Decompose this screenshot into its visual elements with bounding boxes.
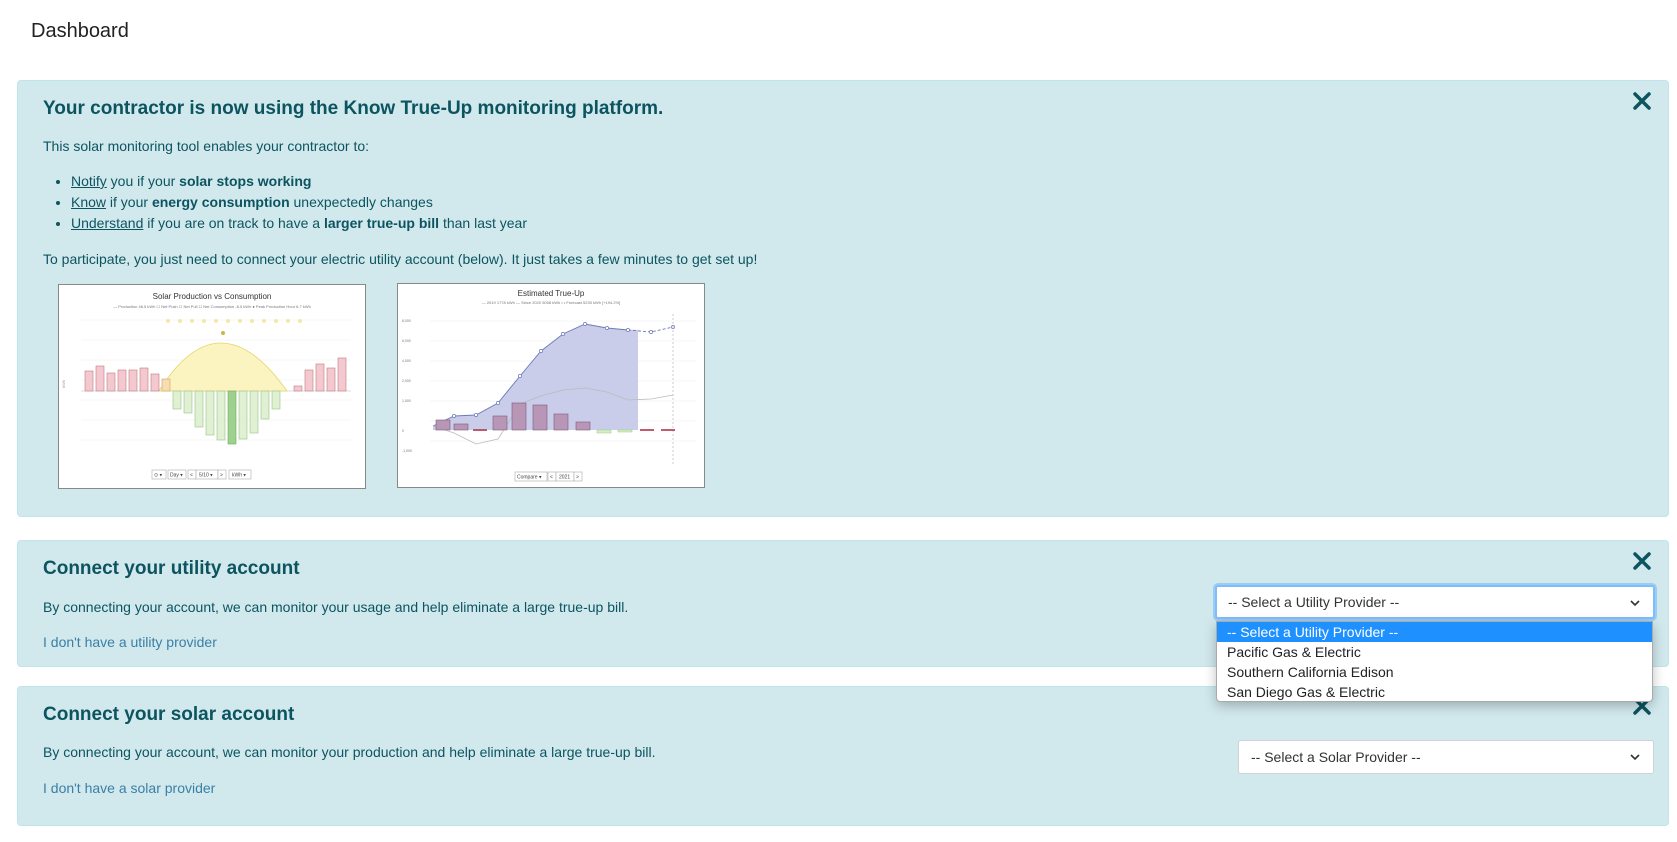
trueup-chart-thumbnail: Estimated True-Up — 2019 1778 kWh — Sinc…: [397, 283, 705, 488]
utility-description: By connecting your account, we can monit…: [43, 599, 629, 615]
svg-text:<: <: [550, 475, 553, 481]
chart-legend: — 2019 1778 kWh — Since 2020 5058 kWh • …: [482, 300, 621, 305]
svg-text:kWh ▾: kWh ▾: [232, 473, 246, 479]
svg-text:>: >: [576, 475, 579, 481]
solar-provider-select[interactable]: -- Select a Solar Provider --: [1238, 740, 1654, 774]
intro-heading: Your contractor is now using the Know Tr…: [43, 98, 664, 119]
svg-text:5/10 ▾: 5/10 ▾: [199, 473, 213, 479]
svg-text:<: <: [190, 473, 193, 479]
utility-provider-select[interactable]: -- Select a Utility Provider --: [1215, 585, 1655, 619]
chart-controls[interactable]: Compare ▾ < 2021 >: [514, 471, 583, 482]
utility-provider-options: -- Select a Utility Provider -- Pacific …: [1216, 621, 1653, 702]
svg-text:0: 0: [402, 429, 404, 433]
intro-card: Your contractor is now using the Know Tr…: [17, 80, 1669, 517]
close-utility-button[interactable]: [1630, 549, 1654, 573]
feature-item: Understand if you are on track to have a…: [71, 213, 527, 234]
chart-title: Estimated True-Up: [518, 289, 585, 298]
utility-heading: Connect your utility account: [43, 558, 300, 579]
svg-text:2021: 2021: [559, 475, 570, 481]
chart-controls[interactable]: ⊙ ▾ Day ▾ < 5/10 ▾ > kWh ▾: [151, 469, 252, 480]
svg-text:8,000: 8,000: [402, 319, 411, 323]
chart-title: Solar Production vs Consumption: [153, 292, 272, 301]
solar-description: By connecting your account, we can monit…: [43, 744, 656, 760]
no-solar-provider-link[interactable]: I don't have a solar provider: [43, 780, 215, 796]
solar-heading: Connect your solar account: [43, 704, 295, 725]
svg-text:⊙ ▾: ⊙ ▾: [154, 473, 163, 479]
feature-bold: energy consumption: [151, 194, 290, 210]
svg-text:Compare ▾: Compare ▾: [517, 475, 542, 481]
chevron-down-icon: [1630, 600, 1640, 607]
feature-text: if your: [106, 194, 152, 210]
svg-text:2,000: 2,000: [402, 379, 411, 383]
chart-legend: — Production 46.5 kWh ☐ Net Push ☐ Net P…: [113, 304, 311, 309]
close-icon: [1633, 92, 1651, 110]
svg-text:Day ▾: Day ▾: [170, 473, 183, 479]
svg-text:-1,000: -1,000: [402, 449, 412, 453]
intro-lead: This solar monitoring tool enables your …: [43, 138, 370, 154]
feature-list: Notify you if your solar stops working K…: [43, 171, 527, 234]
solar-card: Connect your solar account By connecting…: [17, 686, 1669, 826]
feature-text: than last year: [439, 215, 527, 231]
svg-text:>: >: [220, 473, 223, 479]
option-select-utility-provider[interactable]: -- Select a Utility Provider --: [1217, 622, 1652, 642]
option-pacific-gas-electric[interactable]: Pacific Gas & Electric: [1217, 642, 1652, 662]
option-san-diego-gas-electric[interactable]: San Diego Gas & Electric: [1217, 682, 1652, 702]
feature-bold: larger true-up bill: [323, 215, 440, 231]
feature-item: Know if your energy consumption unexpect…: [71, 192, 527, 213]
feature-link[interactable]: Notify: [71, 173, 107, 189]
svg-text:1,000: 1,000: [402, 399, 411, 403]
svg-text:4,000: 4,000: [402, 359, 411, 363]
no-utility-provider-link[interactable]: I don't have a utility provider: [43, 634, 217, 650]
feature-text: you if your: [106, 173, 180, 189]
participate-text: To participate, you just need to connect…: [43, 251, 758, 267]
feature-bold: solar stops working: [179, 173, 312, 189]
feature-text: if you are on track to have a: [143, 215, 324, 231]
chevron-down-icon: [1630, 754, 1640, 761]
feature-link[interactable]: Know: [71, 194, 106, 210]
page-title: Dashboard: [31, 20, 129, 42]
utility-select-value: -- Select a Utility Provider --: [1228, 594, 1400, 610]
feature-link[interactable]: Understand: [71, 215, 143, 231]
svg-text:6,000: 6,000: [402, 339, 411, 343]
feature-text: unexpectedly changes: [289, 194, 433, 210]
close-intro-button[interactable]: [1630, 89, 1654, 113]
solar-select-value: -- Select a Solar Provider --: [1251, 749, 1421, 765]
svg-text:kWh: kWh: [61, 380, 66, 388]
production-chart-thumbnail: Solar Production vs Consumption — Produc…: [58, 284, 366, 489]
option-southern-california-edison[interactable]: Southern California Edison: [1217, 662, 1652, 682]
feature-item: Notify you if your solar stops working: [71, 171, 527, 192]
close-icon: [1633, 552, 1651, 570]
